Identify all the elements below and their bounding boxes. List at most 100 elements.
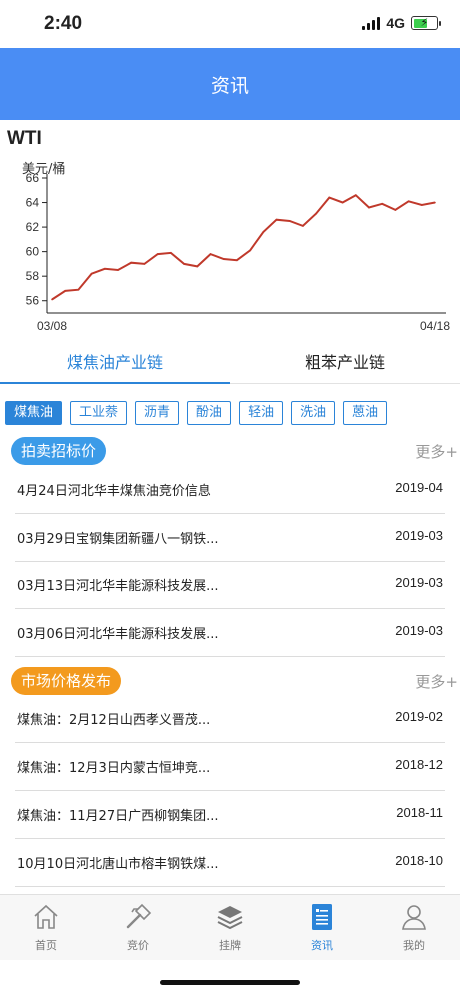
data-point (302, 225, 304, 227)
auction-section-header: 拍卖招标价 更多+ (0, 437, 460, 467)
tab-coal-tar-chain[interactable]: 煤焦油产业链 (0, 344, 230, 384)
status-bar: 2:40 4G ⚡ (0, 0, 460, 48)
news-icon (312, 904, 332, 930)
item-title: 煤焦油：11月27日广西柳钢集团... (17, 809, 219, 824)
data-point (368, 206, 370, 209)
wti-price-line (51, 193, 436, 301)
data-point (77, 288, 80, 291)
data-point (183, 263, 185, 265)
hammer-icon (126, 903, 152, 929)
data-point (434, 201, 436, 204)
page-title: 资讯 (210, 74, 249, 97)
item-date: 2018-10 (395, 853, 443, 868)
tab-home[interactable]: 首页 (0, 895, 92, 960)
item-title: 03月13日河北华丰能源科技发展... (17, 579, 219, 594)
chip-phenol-oil[interactable]: 酚油 (187, 401, 232, 425)
list-item[interactable]: 煤焦油：12月3日内蒙古恒坤竞... 2018-12 (15, 743, 445, 791)
item-date: 2019-03 (395, 528, 443, 543)
y-tick-label: 62 (26, 220, 40, 234)
auction-section-title: 拍卖招标价 (11, 437, 107, 465)
data-point (222, 258, 225, 260)
data-point (354, 194, 357, 196)
data-point (315, 212, 317, 215)
auction-more-link[interactable]: 更多+ (415, 441, 458, 462)
list-item[interactable]: 03月29日宝钢集团新疆八一钢铁... 2019-03 (15, 514, 445, 562)
user-icon (402, 905, 426, 930)
chart-title: WTI (7, 128, 42, 149)
list-item[interactable]: 03月13日河北华丰能源科技发展... 2019-03 (15, 561, 445, 609)
x-tick-label: 04/18 (420, 319, 450, 333)
data-point (236, 259, 238, 262)
chip-coal-tar[interactable]: 煤焦油 (5, 401, 63, 425)
data-point (156, 253, 159, 255)
item-title: 煤焦油：12月3日内蒙古恒坤竞... (17, 761, 211, 776)
home-indicator (160, 980, 300, 985)
data-point (394, 209, 397, 211)
item-date: 2019-04 (395, 480, 443, 495)
tab-bidding[interactable]: 竞价 (92, 895, 184, 960)
data-point (143, 263, 146, 265)
data-point (381, 202, 383, 205)
item-date: 2019-03 (395, 575, 443, 590)
y-tick-label: 64 (26, 196, 40, 210)
list-item[interactable]: 10月10日河北唐山市榕丰钢铁煤... 2018-10 (15, 839, 445, 887)
list-item[interactable]: 煤焦油：11月27日广西柳钢集团... 2018-11 (15, 791, 445, 839)
tab-news-label: 资讯 (311, 939, 333, 952)
y-tick-label: 56 (26, 294, 40, 308)
industry-tabs: 煤焦油产业链 粗苯产业链 (0, 344, 460, 384)
market-section-title: 市场价格发布 (11, 667, 122, 695)
item-title: 煤焦油：2月12日山西孝义晋茂... (17, 713, 211, 728)
market-section-header: 市场价格发布 更多+ (0, 667, 460, 697)
data-point (420, 204, 423, 206)
data-point (262, 231, 265, 233)
data-point (90, 272, 93, 275)
data-point (288, 220, 291, 222)
data-point (407, 200, 410, 203)
tab-listing-label: 挂牌 (219, 939, 241, 952)
status-time: 2:40 (44, 13, 83, 34)
list-item[interactable]: 煤焦油：2月12日山西孝义晋茂... 2019-02 (15, 695, 445, 743)
network-type: 4G (386, 15, 405, 31)
item-date: 2018-12 (395, 757, 443, 772)
chip-industrial-naphthalene[interactable]: 工业萘 (70, 401, 128, 425)
tab-mine-label: 我的 (403, 939, 425, 952)
list-item[interactable]: 4月24日河北华丰煤焦油竞价信息 2019-04 (15, 466, 445, 514)
tab-mine[interactable]: 我的 (368, 895, 460, 960)
battery-icon: ⚡ (411, 16, 441, 30)
data-point (64, 290, 67, 292)
data-point (275, 218, 278, 221)
data-point (196, 265, 199, 268)
bottom-tab-bar: 首页 竞价 挂牌 资讯 我的 (0, 894, 460, 960)
list-item[interactable]: 03月06日河北华丰能源科技发展... 2019-03 (15, 609, 445, 657)
product-filter: 煤焦油 工业萘 沥青 酚油 轻油 洗油 蒽油 (5, 401, 388, 425)
data-point (328, 196, 331, 199)
chip-wash-oil[interactable]: 洗油 (291, 401, 336, 425)
data-point (130, 261, 133, 264)
item-title: 4月24日河北华丰煤焦油竞价信息 (17, 484, 211, 499)
y-tick-label: 58 (26, 269, 40, 283)
y-tick-label: 66 (26, 171, 40, 185)
data-point (209, 253, 212, 255)
layers-icon (217, 906, 243, 930)
item-date: 2018-11 (396, 805, 443, 820)
tab-listing[interactable]: 挂牌 (184, 895, 276, 960)
tab-crude-benzene-chain[interactable]: 粗苯产业链 (230, 344, 460, 383)
status-indicators: 4G ⚡ (362, 15, 441, 31)
price-chart: 56 58 60 62 64 66 03/08 04/18 (26, 171, 451, 333)
x-tick-label: 03/08 (37, 319, 67, 333)
y-tick-label: 60 (26, 245, 40, 259)
signal-icon (362, 16, 381, 30)
market-more-link[interactable]: 更多+ (415, 671, 458, 692)
data-point (51, 298, 53, 301)
item-title: 03月06日河北华丰能源科技发展... (17, 627, 219, 642)
tab-news[interactable]: 资讯 (276, 895, 368, 960)
item-date: 2019-03 (395, 623, 443, 638)
chip-asphalt[interactable]: 沥青 (135, 401, 180, 425)
tab-bidding-label: 竞价 (127, 939, 149, 952)
chip-anthracene-oil[interactable]: 蒽油 (343, 401, 388, 425)
tab-home-label: 首页 (35, 939, 57, 952)
data-point (170, 252, 172, 254)
data-point (249, 249, 251, 252)
chip-light-oil[interactable]: 轻油 (239, 401, 284, 425)
data-point (104, 268, 106, 270)
